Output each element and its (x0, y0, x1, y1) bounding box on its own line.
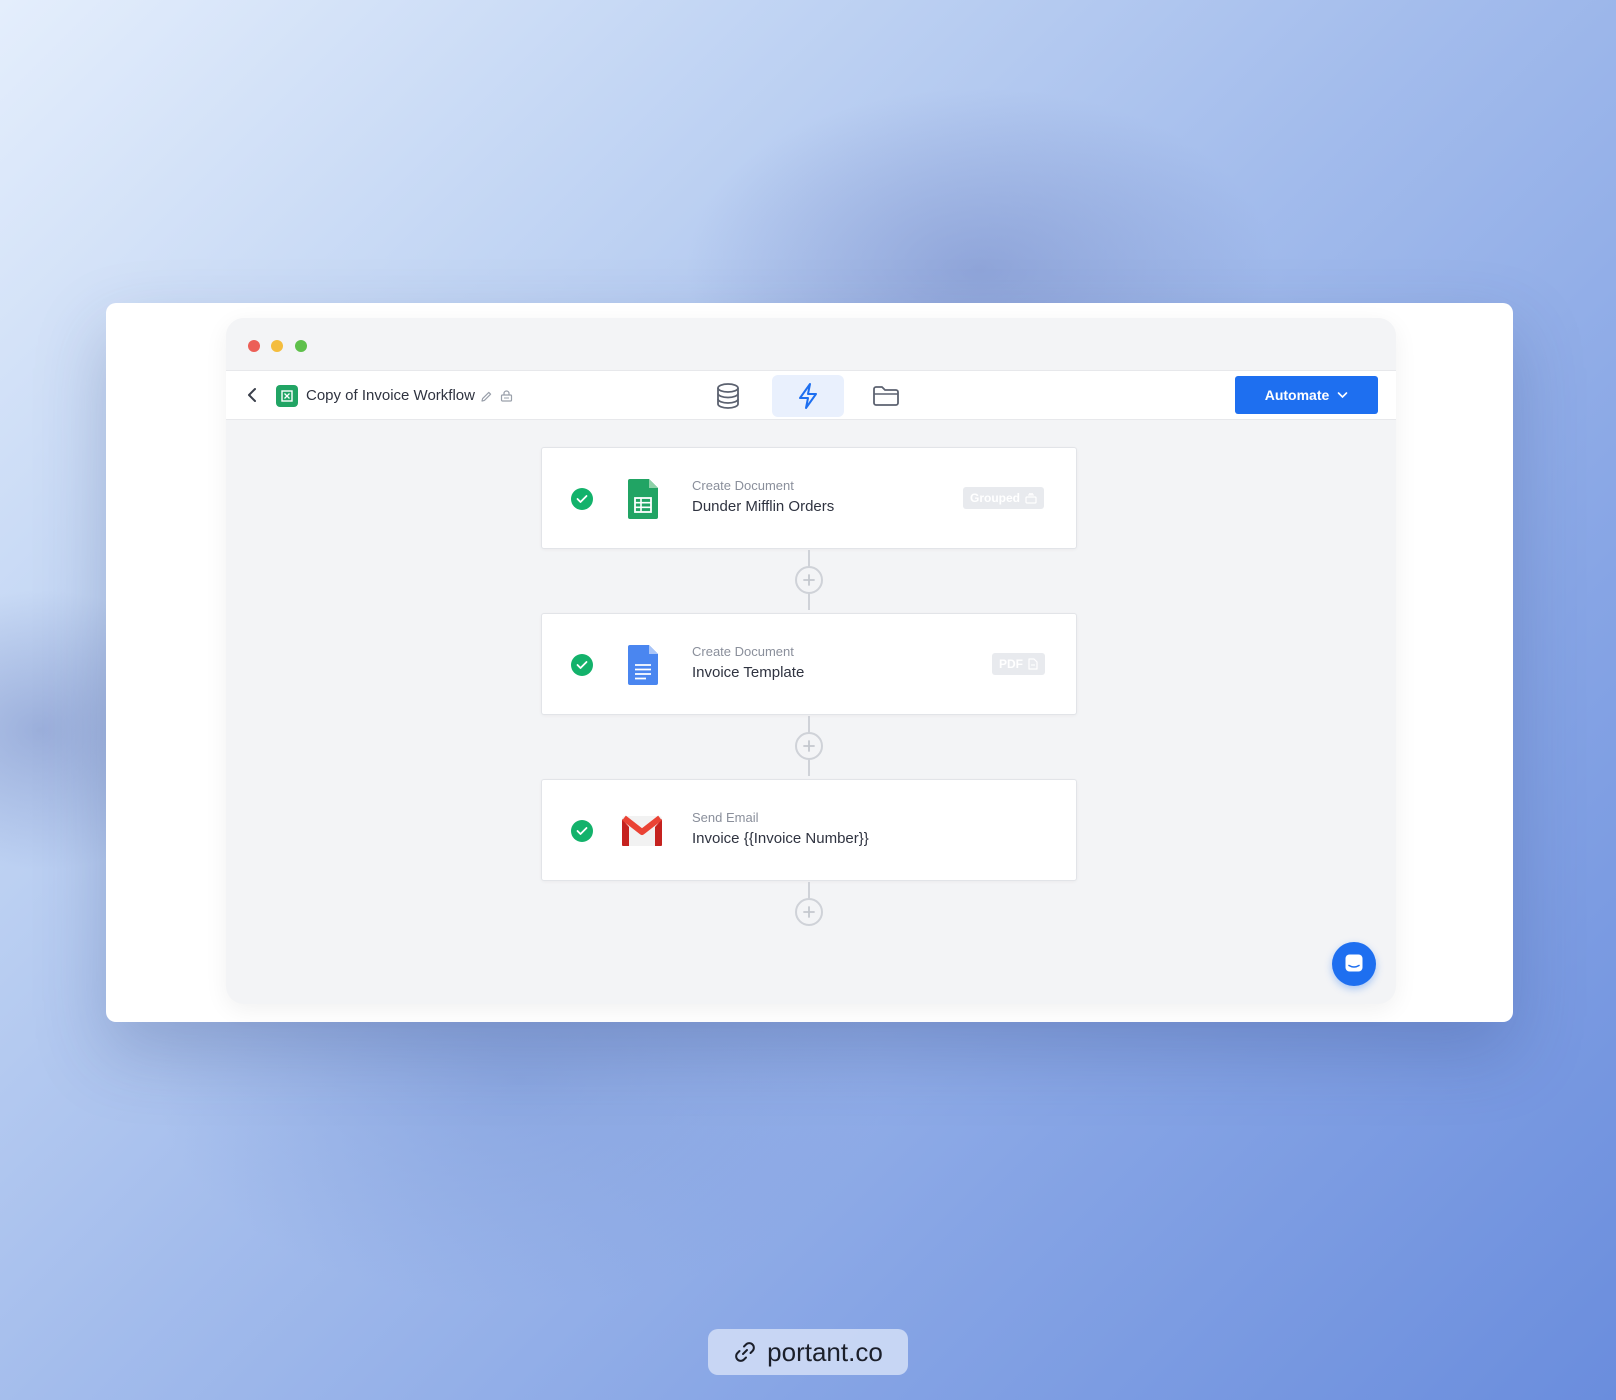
tab-files[interactable] (850, 375, 922, 417)
tag-label: Grouped (970, 491, 1020, 505)
workflow-step-card[interactable]: Create Document Invoice Template PDF (541, 613, 1077, 715)
website-link[interactable]: portant.co (708, 1329, 908, 1375)
google-docs-icon (624, 644, 662, 686)
tab-automation[interactable] (772, 375, 844, 417)
step-type-label: Create Document (692, 644, 794, 659)
workflow-step-card[interactable]: Send Email Invoice {{Invoice Number}} (541, 779, 1077, 881)
lock-icon (497, 387, 515, 405)
rename-button[interactable] (477, 387, 495, 405)
back-button[interactable] (240, 383, 264, 407)
plus-icon (803, 740, 815, 752)
google-sheets-icon (624, 478, 662, 520)
window-minimize-button[interactable] (271, 340, 283, 352)
folder-icon (873, 386, 899, 406)
automate-label: Automate (1264, 387, 1330, 403)
window-maximize-button[interactable] (295, 340, 307, 352)
window-titlebar (226, 318, 1396, 370)
stack-icon (1025, 492, 1037, 504)
chevron-down-icon (1337, 392, 1348, 399)
spreadsheet-badge-icon (276, 385, 298, 407)
pdf-tag: PDF (992, 653, 1045, 675)
tag-label: PDF (999, 657, 1023, 671)
workflow-title: Copy of Invoice Workflow (306, 387, 475, 404)
window-close-button[interactable] (248, 340, 260, 352)
top-toolbar: Copy of Invoice Workflow Automate (226, 370, 1396, 420)
add-step-button[interactable] (795, 566, 823, 594)
check-circle-icon (571, 488, 593, 510)
check-circle-icon (571, 820, 593, 842)
step-type-label: Send Email (692, 810, 759, 825)
grouped-tag: Grouped (963, 487, 1044, 509)
step-name: Dunder Mifflin Orders (692, 498, 835, 515)
automate-button[interactable]: Automate (1235, 376, 1378, 414)
database-icon (717, 383, 739, 409)
workflow-step-card[interactable]: Create Document Dunder Mifflin Orders Gr… (541, 447, 1077, 549)
step-name: Invoice {{Invoice Number}} (692, 830, 869, 847)
plus-icon (803, 574, 815, 586)
chat-icon (1345, 954, 1363, 972)
link-icon (735, 1342, 755, 1362)
step-type-label: Create Document (692, 478, 794, 493)
gmail-icon (619, 810, 665, 852)
step-name: Invoice Template (692, 664, 805, 681)
plus-icon (803, 906, 815, 918)
tab-data-source[interactable] (692, 375, 764, 417)
website-url: portant.co (767, 1336, 883, 1367)
file-icon (1028, 658, 1038, 670)
add-step-button[interactable] (795, 732, 823, 760)
check-circle-icon (571, 654, 593, 676)
app-window: Copy of Invoice Workflow Automate Create… (226, 318, 1396, 1004)
pencil-icon (480, 391, 491, 402)
support-chat-button[interactable] (1332, 942, 1376, 986)
chevron-left-icon (248, 388, 256, 402)
lightning-icon (799, 383, 817, 409)
add-step-button[interactable] (795, 898, 823, 926)
